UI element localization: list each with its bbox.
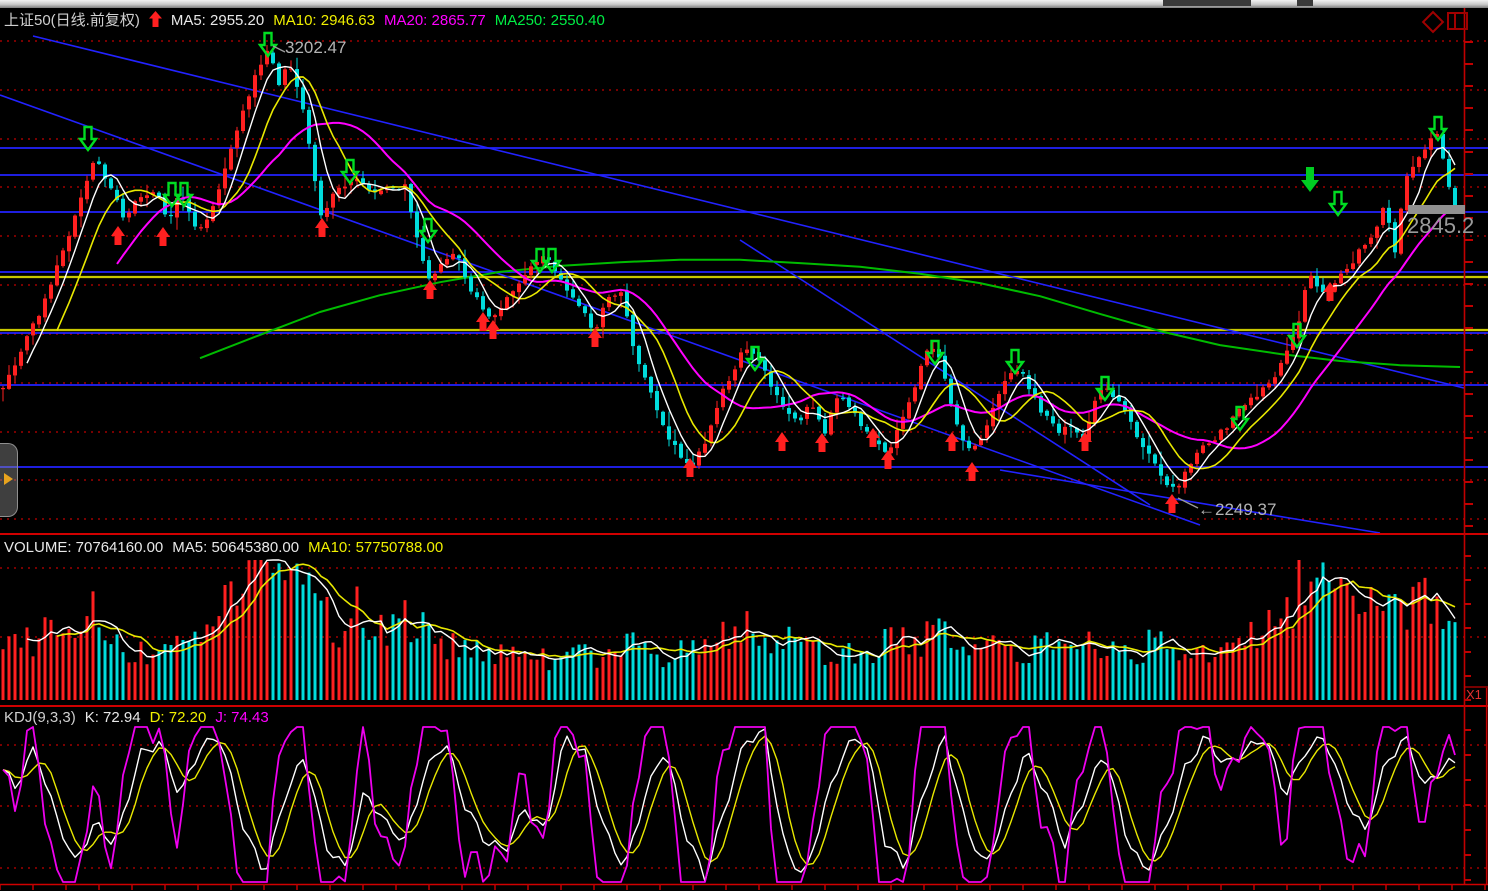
chevron-right-icon bbox=[4, 473, 13, 485]
volume-pane-header: VOLUME: 70764160.00 MA5: 50645380.00 MA10:… bbox=[4, 539, 452, 556]
up-arrow-icon bbox=[149, 11, 162, 31]
volume-ma10: MA10: 57750788.00 bbox=[308, 539, 443, 556]
volume-ma5: MA5: 50645380.00 bbox=[172, 539, 299, 556]
low-price-label: ←2249.37 bbox=[1198, 500, 1276, 520]
volume-value: VOLUME: 70764160.00 bbox=[4, 539, 163, 556]
chart-canvas[interactable] bbox=[0, 0, 1488, 891]
ma250-indicator: MA250: 2550.40 bbox=[495, 12, 605, 29]
peak-price-label: 3202.47 bbox=[285, 38, 346, 58]
kdj-pane-header: KDJ(9,3,3) K: 72.94 D: 72.20 J: 74.43 bbox=[4, 709, 278, 726]
split-window-icon[interactable] bbox=[1447, 12, 1468, 30]
ma20-indicator: MA20: 2865.77 bbox=[384, 12, 486, 29]
main-chart-header: 上证50(日线.前复权) MA5: 2955.20 MA10: 2946.63 MA2… bbox=[4, 9, 614, 31]
kdj-name: KDJ(9,3,3) bbox=[4, 709, 76, 726]
trading-app-window: 上证50(日线.前复权) MA5: 2955.20 MA10: 2946.63 MA2… bbox=[0, 0, 1488, 891]
split-divider bbox=[1454, 14, 1456, 28]
instrument-title: 上证50(日线.前复权) bbox=[4, 12, 140, 29]
window-chrome-notch bbox=[1297, 0, 1313, 6]
kdj-d-value: D: 72.20 bbox=[150, 709, 207, 726]
sidebar-expand-handle[interactable] bbox=[0, 443, 18, 517]
kdj-j-value: J: 74.43 bbox=[215, 709, 268, 726]
last-price-label: 2845.2 bbox=[1407, 213, 1474, 239]
window-title-strip bbox=[0, 0, 1488, 8]
ma5-indicator: MA5: 2955.20 bbox=[171, 12, 264, 29]
window-chrome-notch bbox=[1163, 0, 1251, 6]
axis-scale-label: X1 bbox=[1466, 687, 1482, 702]
kdj-k-value: K: 72.94 bbox=[85, 709, 141, 726]
ma10-indicator: MA10: 2946.63 bbox=[273, 12, 375, 29]
